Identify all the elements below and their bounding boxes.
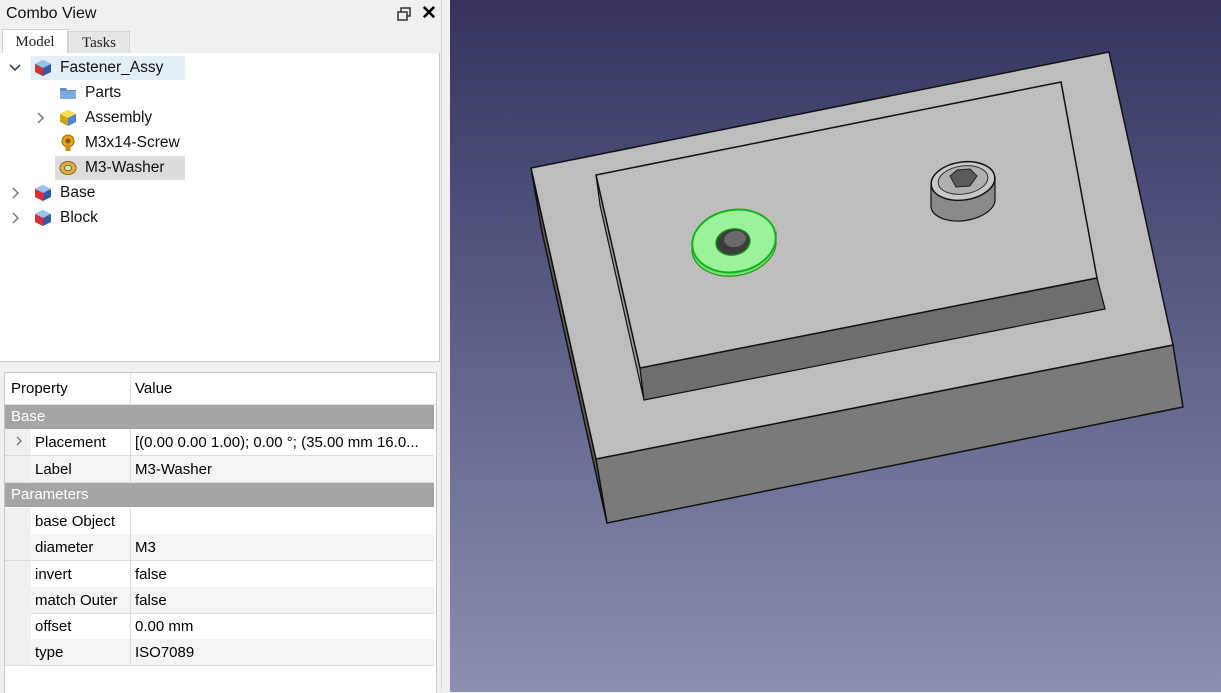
tree-item-label: Fastener_Assy <box>60 59 164 76</box>
tab-tasks[interactable]: Tasks <box>68 31 130 54</box>
property-name: type <box>35 644 64 661</box>
column-divider <box>130 561 131 587</box>
tree-item-label: M3x14-Screw <box>85 134 180 151</box>
property-editor: Property Value Base Placement [(0.00 0.0… <box>4 372 437 693</box>
panel-title: Combo View <box>6 5 97 22</box>
property-value[interactable]: [(0.00 0.00 1.00); 0.00 °; (35.00 mm 16.… <box>135 434 431 451</box>
combo-view-tabs: Model Tasks <box>0 29 441 54</box>
property-value[interactable]: false <box>135 592 431 609</box>
property-row-placement[interactable]: Placement [(0.00 0.00 1.00); 0.00 °; (35… <box>5 429 434 456</box>
property-header: Property Value <box>5 373 436 405</box>
property-name: invert <box>35 566 72 583</box>
column-divider <box>130 587 131 613</box>
property-value[interactable]: 0.00 mm <box>135 618 431 635</box>
property-value[interactable]: false <box>135 566 431 583</box>
chevron-down-icon <box>8 60 22 76</box>
group-label: Parameters <box>11 486 89 503</box>
row-gutter <box>5 613 31 639</box>
row-gutter <box>5 534 31 560</box>
tree-expand-base[interactable] <box>8 181 24 205</box>
tab-model[interactable]: Model <box>2 29 68 54</box>
part-icon <box>34 209 52 227</box>
chevron-right-icon <box>8 210 22 226</box>
washer-icon <box>59 159 77 177</box>
tree-item-label: Assembly <box>85 109 153 126</box>
property-row-match-outer[interactable]: match Outer false <box>5 587 434 614</box>
row-gutter <box>5 456 31 482</box>
column-divider <box>130 534 131 560</box>
property-row-base-object[interactable]: base Object <box>5 508 434 535</box>
property-name: base Object <box>35 513 116 530</box>
tree-item-parts[interactable]: Parts <box>55 81 185 105</box>
row-gutter <box>5 508 31 534</box>
part-icon <box>34 184 52 202</box>
row-gutter <box>5 561 31 587</box>
tree-expand-root[interactable] <box>8 56 24 80</box>
property-name: offset <box>35 618 72 635</box>
column-divider <box>130 613 131 639</box>
property-name: match Outer <box>35 592 118 609</box>
tree-item-base[interactable]: Base <box>30 181 160 205</box>
property-name: Placement <box>35 434 106 451</box>
group-label: Base <box>11 408 46 425</box>
property-group-parameters[interactable]: Parameters <box>5 483 434 507</box>
screw-icon <box>59 134 77 152</box>
tree-item-washer[interactable]: M3-Washer <box>55 156 185 180</box>
float-window-icon[interactable] <box>395 5 413 23</box>
combo-view-panel: Combo View ✕ Model Tasks Fastener_Assy P… <box>0 0 441 693</box>
column-divider <box>130 429 131 455</box>
row-gutter <box>5 639 31 665</box>
tree-item-block[interactable]: Block <box>30 206 160 230</box>
tree-item-label: Block <box>60 209 98 226</box>
panel-splitter[interactable] <box>0 362 441 370</box>
property-name: Label <box>35 461 72 478</box>
chevron-right-icon <box>33 110 47 126</box>
column-divider <box>130 639 131 665</box>
chevron-right-icon[interactable] <box>13 433 25 452</box>
tree-expand-assembly[interactable] <box>33 106 49 130</box>
column-divider <box>130 508 131 534</box>
model-tree: Fastener_Assy Parts Assembly M3x14-Screw… <box>0 53 440 362</box>
chevron-right-icon <box>8 185 22 201</box>
assembly-icon <box>59 109 77 127</box>
property-column-header[interactable]: Property <box>11 380 68 397</box>
tree-item-label: Base <box>60 184 96 201</box>
tree-item-fastener-assy[interactable]: Fastener_Assy <box>30 56 185 80</box>
combo-view-titlebar: Combo View ✕ <box>0 0 441 28</box>
tree-item-screw[interactable]: M3x14-Screw <box>55 131 185 155</box>
close-icon[interactable]: ✕ <box>420 4 438 23</box>
property-row-type[interactable]: type ISO7089 <box>5 639 434 666</box>
tree-item-assembly[interactable]: Assembly <box>55 106 185 130</box>
property-row-offset[interactable]: offset 0.00 mm <box>5 613 434 640</box>
property-value[interactable]: M3 <box>135 539 431 556</box>
property-value[interactable]: M3-Washer <box>135 461 431 478</box>
row-gutter <box>5 587 31 613</box>
property-name: diameter <box>35 539 94 556</box>
tree-item-label: M3-Washer <box>85 159 165 176</box>
property-row-label[interactable]: Label M3-Washer <box>5 456 434 483</box>
property-row-diameter[interactable]: diameter M3 <box>5 534 434 561</box>
property-row-invert[interactable]: invert false <box>5 561 434 588</box>
part-icon <box>34 59 52 77</box>
3d-scene[interactable] <box>450 0 1221 692</box>
tree-item-label: Parts <box>85 84 122 101</box>
property-value[interactable]: ISO7089 <box>135 644 431 661</box>
value-column-header[interactable]: Value <box>135 380 172 397</box>
3d-viewport[interactable] <box>450 0 1221 692</box>
folder-icon <box>59 84 77 102</box>
column-divider <box>130 373 131 404</box>
tree-expand-block[interactable] <box>8 206 24 230</box>
column-divider <box>130 456 131 482</box>
property-group-base[interactable]: Base <box>5 405 434 429</box>
